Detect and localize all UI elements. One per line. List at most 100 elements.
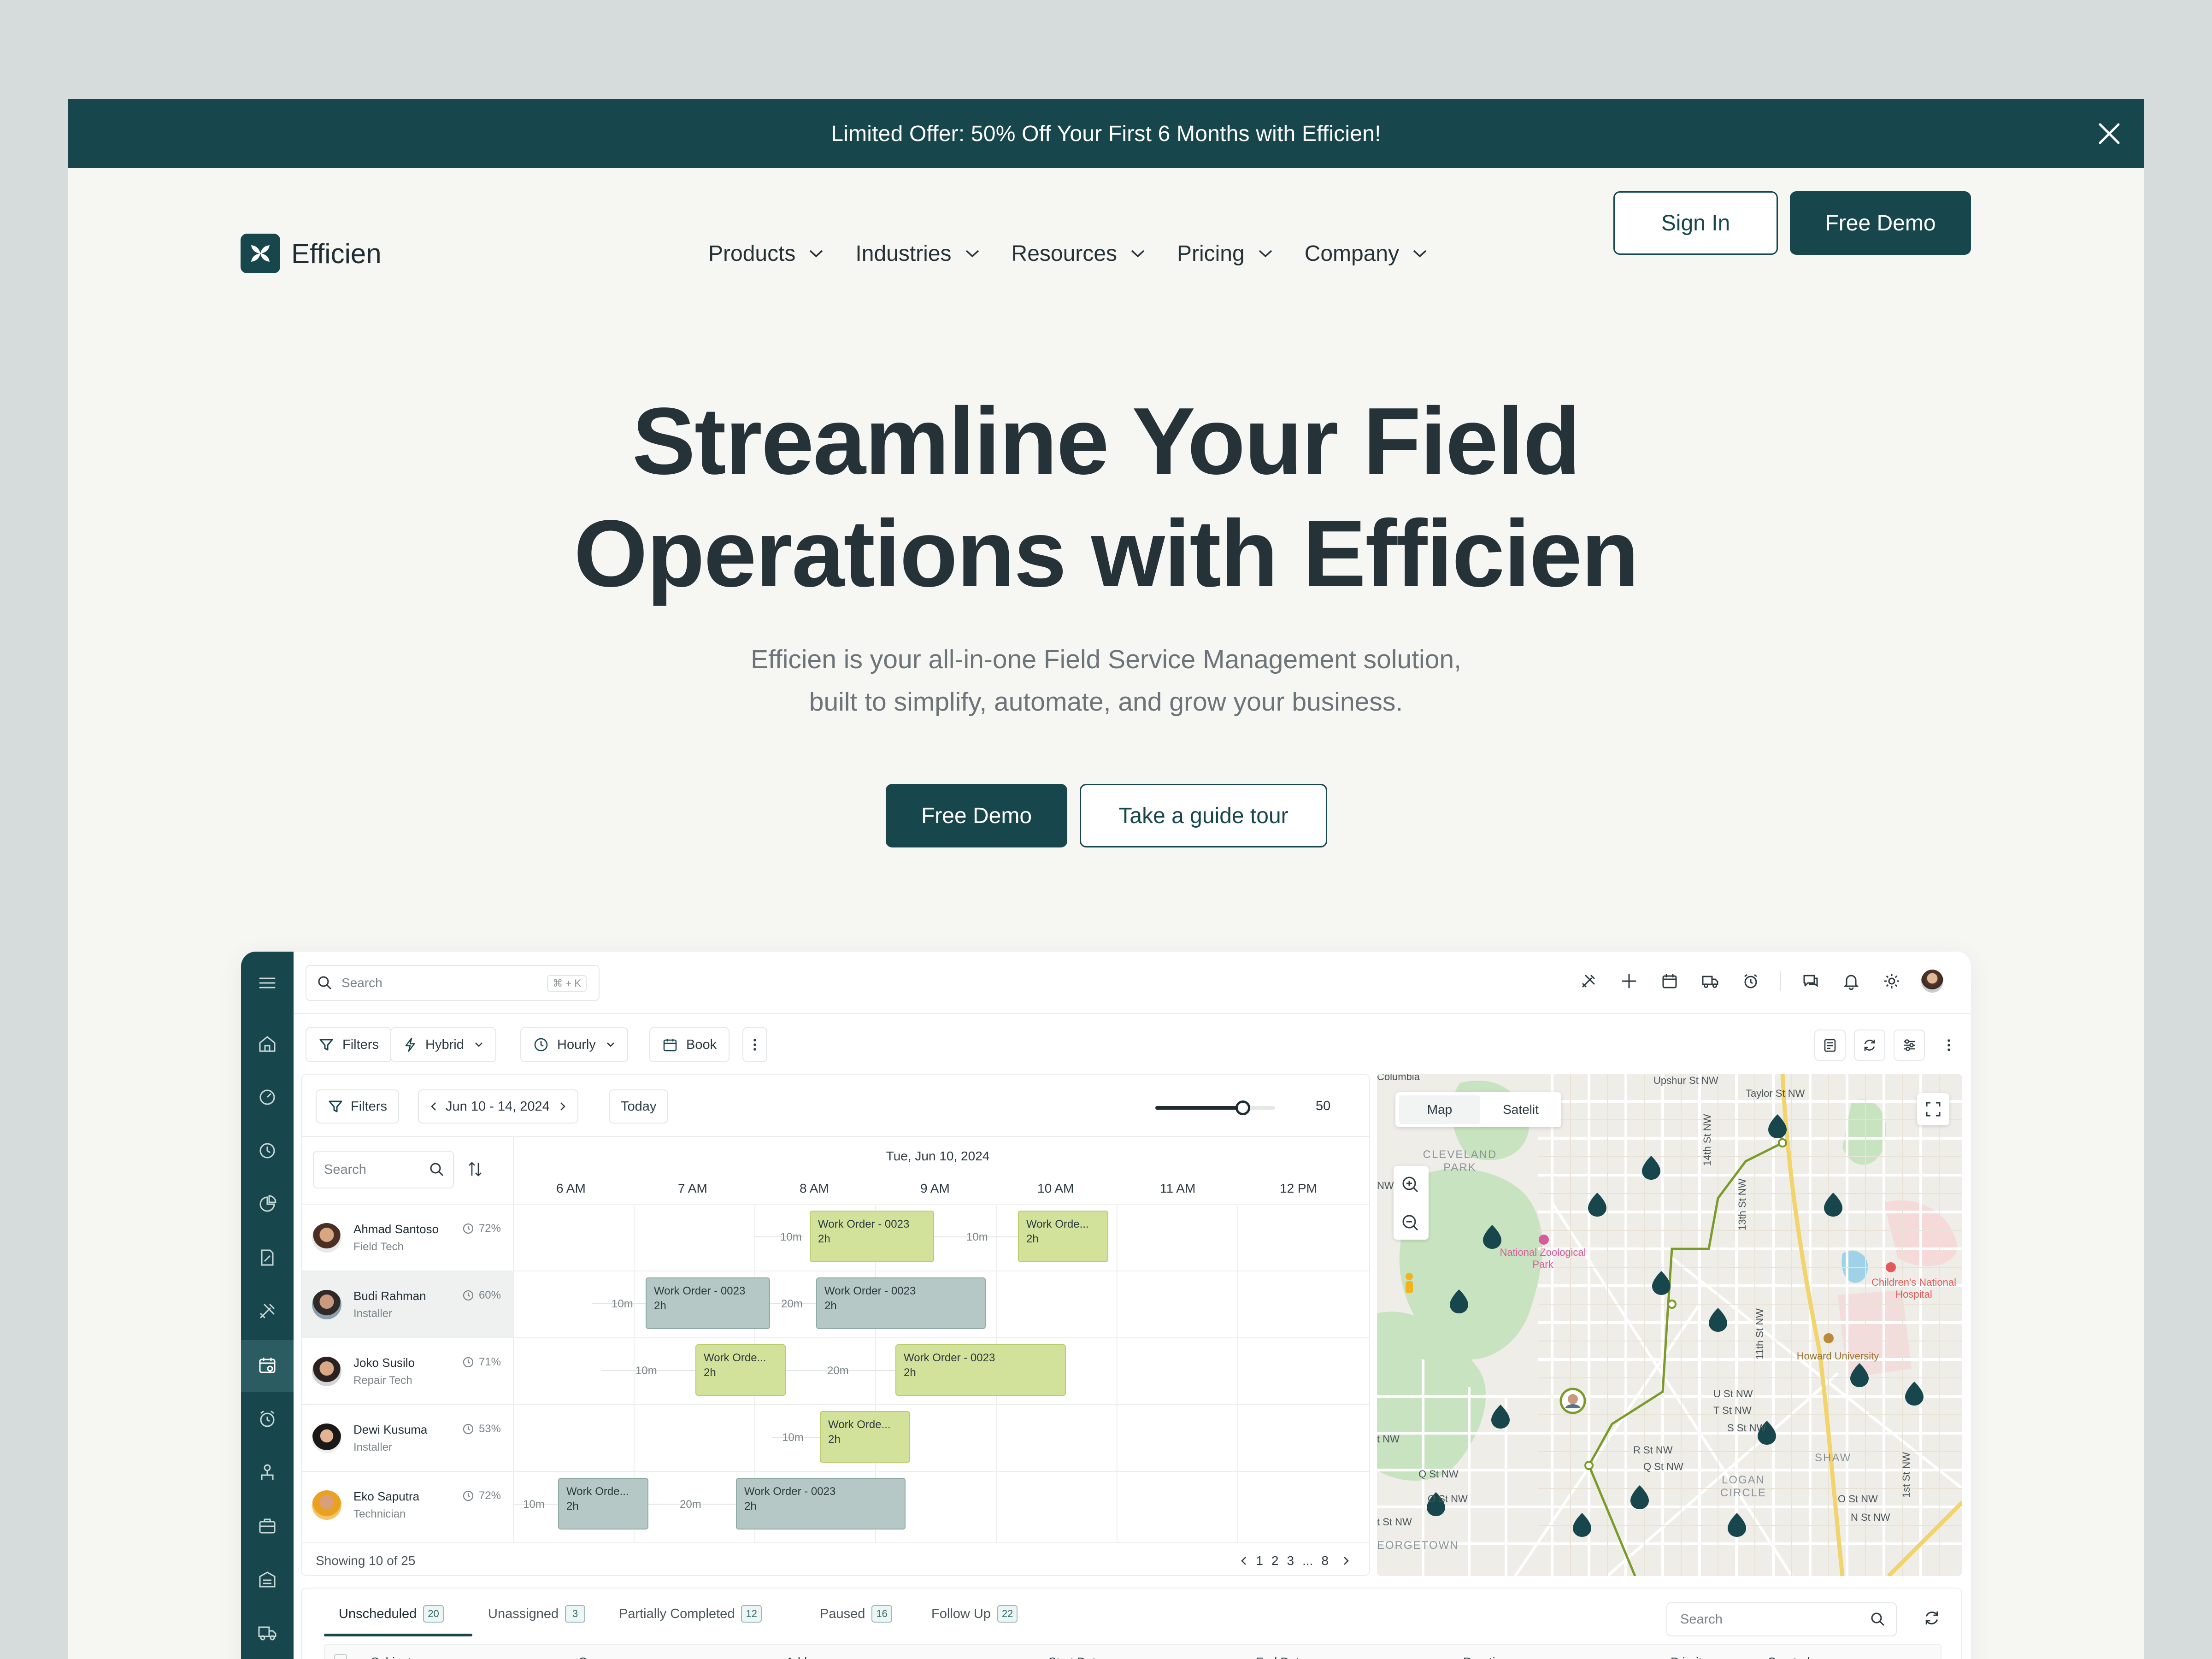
briefcase-icon[interactable] <box>256 1515 278 1537</box>
warehouse-icon[interactable] <box>256 1568 278 1590</box>
refresh-button[interactable] <box>1854 1030 1885 1061</box>
clock-icon[interactable] <box>256 1140 278 1162</box>
tab-count-badge: 22 <box>997 1605 1018 1623</box>
work-order-block[interactable]: Work Order - 0023 2h <box>816 1277 986 1329</box>
book-button[interactable]: Book <box>649 1027 730 1062</box>
work-order-title: Work Order - 0023 <box>824 1285 916 1297</box>
settings-sliders-button[interactable] <box>1894 1030 1925 1061</box>
tab-partially-completed[interactable]: Partially Completed 12 <box>619 1605 762 1623</box>
free-demo-nav-button[interactable]: Free Demo <box>1790 191 1971 255</box>
sign-in-button[interactable]: Sign In <box>1613 191 1778 255</box>
gear-icon[interactable] <box>1881 970 1903 992</box>
truck-icon[interactable] <box>256 1622 278 1644</box>
pie-chart-icon[interactable] <box>256 1193 278 1215</box>
page-number[interactable]: 8 <box>1321 1553 1329 1568</box>
report-button[interactable] <box>1814 1030 1846 1061</box>
tab-paused[interactable]: Paused 16 <box>820 1605 892 1623</box>
alarm-icon[interactable] <box>256 1408 278 1430</box>
column-header[interactable]: Priority <box>1671 1655 1708 1659</box>
free-demo-hero-button[interactable]: Free Demo <box>886 784 1067 847</box>
work-order-block[interactable]: Work Orde... 2h <box>820 1411 910 1463</box>
column-header[interactable]: End Date <box>1256 1655 1306 1659</box>
more-options-button[interactable] <box>1933 1030 1965 1061</box>
chevron-left-icon[interactable] <box>430 1101 437 1112</box>
chevron-right-icon[interactable] <box>1342 1556 1350 1566</box>
nav-item-products[interactable]: Products <box>708 241 824 266</box>
today-button[interactable]: Today <box>609 1089 669 1124</box>
schedule-filters-button[interactable]: Filters <box>316 1089 399 1124</box>
home-icon[interactable] <box>256 1033 278 1055</box>
hybrid-dropdown[interactable]: Hybrid <box>390 1027 496 1062</box>
chat-icon[interactable] <box>1800 970 1822 992</box>
truck-icon[interactable] <box>1699 970 1721 992</box>
work-order-block[interactable]: Work Order - 0023 2h <box>895 1344 1066 1396</box>
work-order-block[interactable]: Work Orde... 2h <box>695 1344 786 1396</box>
filters-button[interactable]: Filters <box>306 1027 392 1062</box>
hourly-dropdown[interactable]: Hourly <box>520 1027 628 1062</box>
resource-search-input[interactable]: Search <box>313 1151 454 1188</box>
resource-row[interactable]: Dewi Kusuma Installer 53% <box>302 1404 513 1471</box>
refresh-icon[interactable] <box>1923 1609 1941 1627</box>
work-order-block[interactable]: Work Orde... 2h <box>1018 1211 1108 1262</box>
tools-icon[interactable] <box>1577 970 1600 992</box>
brand-logo[interactable]: Efficien <box>241 234 382 273</box>
tab-unassigned[interactable]: Unassigned 3 <box>488 1605 586 1623</box>
work-orders-search-input[interactable]: Search <box>1666 1602 1897 1636</box>
map-mode-map[interactable]: Map <box>1399 1095 1480 1124</box>
tab-follow-up[interactable]: Follow Up 22 <box>931 1605 1018 1623</box>
close-icon[interactable] <box>2094 118 2125 149</box>
date-range-picker[interactable]: Jun 10 - 14, 2024 <box>418 1089 578 1124</box>
sort-icon[interactable] <box>466 1160 484 1178</box>
app-search-input[interactable]: Search ⌘ + K <box>306 965 600 1001</box>
zoom-out-icon[interactable] <box>1394 1205 1429 1242</box>
street-label: O St NW <box>1428 1493 1468 1505</box>
zoom-slider-handle[interactable] <box>1235 1100 1250 1115</box>
hamburger-menu-icon[interactable] <box>256 972 278 994</box>
fullscreen-button[interactable] <box>1917 1093 1949 1125</box>
document-edit-icon[interactable] <box>256 1247 278 1269</box>
column-header[interactable]: Address <box>786 1655 830 1659</box>
column-header[interactable]: Company <box>578 1655 629 1659</box>
alarm-icon[interactable] <box>1740 970 1762 992</box>
nav-item-resources[interactable]: Resources <box>1012 241 1146 266</box>
column-header[interactable]: Created on <box>1767 1655 1827 1659</box>
team-icon[interactable] <box>256 1461 278 1483</box>
calendar-schedule-icon[interactable] <box>256 1354 278 1377</box>
work-order-block[interactable]: Work Order - 0023 2h <box>736 1478 906 1530</box>
map-mode-satellite[interactable]: Satelit <box>1480 1102 1561 1117</box>
tools-icon[interactable] <box>256 1300 278 1322</box>
resource-row[interactable]: Joko Susilo Repair Tech 71% <box>302 1337 513 1404</box>
grid-line <box>514 1471 1369 1472</box>
calendar-icon[interactable] <box>1659 970 1681 992</box>
work-order-block[interactable]: Work Order - 0023 2h <box>810 1211 934 1262</box>
work-order-block[interactable]: Work Order - 0023 2h <box>646 1277 770 1329</box>
resource-row[interactable]: Budi Rahman Installer 60% <box>302 1271 513 1337</box>
user-avatar[interactable] <box>1921 970 1943 993</box>
chevron-right-icon[interactable] <box>559 1101 566 1112</box>
column-header[interactable]: Start Date <box>1048 1655 1102 1659</box>
column-header[interactable]: Duration <box>1463 1655 1508 1659</box>
tab-unscheduled[interactable]: Unscheduled 20 <box>339 1605 444 1623</box>
nav-item-industries[interactable]: Industries <box>855 241 980 266</box>
zoom-slider[interactable] <box>1155 1100 1275 1115</box>
bell-icon[interactable] <box>1840 970 1862 992</box>
work-order-duration: 2h <box>566 1500 579 1512</box>
zoom-in-icon[interactable] <box>1394 1166 1429 1203</box>
chevron-left-icon[interactable] <box>1240 1556 1247 1566</box>
page-number[interactable]: 2 <box>1271 1553 1279 1568</box>
route-map[interactable]: Upshur St NW Taylor St NW 14th St NW 13t… <box>1377 1074 1962 1576</box>
page-number[interactable]: 1 <box>1256 1553 1263 1568</box>
resource-row[interactable]: Ahmad Santoso Field Tech 72% <box>302 1204 513 1271</box>
select-all-checkbox[interactable] <box>334 1654 347 1659</box>
column-header[interactable]: Subject <box>371 1655 411 1659</box>
page-number[interactable]: 3 <box>1287 1553 1294 1568</box>
plus-icon[interactable] <box>1618 970 1640 992</box>
nav-item-company[interactable]: Company <box>1305 241 1428 266</box>
dashboard-icon[interactable] <box>256 1086 278 1108</box>
more-options-button[interactable] <box>742 1027 767 1062</box>
map-type-toggle[interactable]: Map Satelit <box>1395 1092 1561 1127</box>
resource-row[interactable]: Eko Saputra Technician 72% <box>302 1471 513 1538</box>
work-order-block[interactable]: Work Orde... 2h <box>558 1478 648 1530</box>
guide-tour-button[interactable]: Take a guide tour <box>1080 784 1327 847</box>
nav-item-pricing[interactable]: Pricing <box>1177 241 1273 266</box>
